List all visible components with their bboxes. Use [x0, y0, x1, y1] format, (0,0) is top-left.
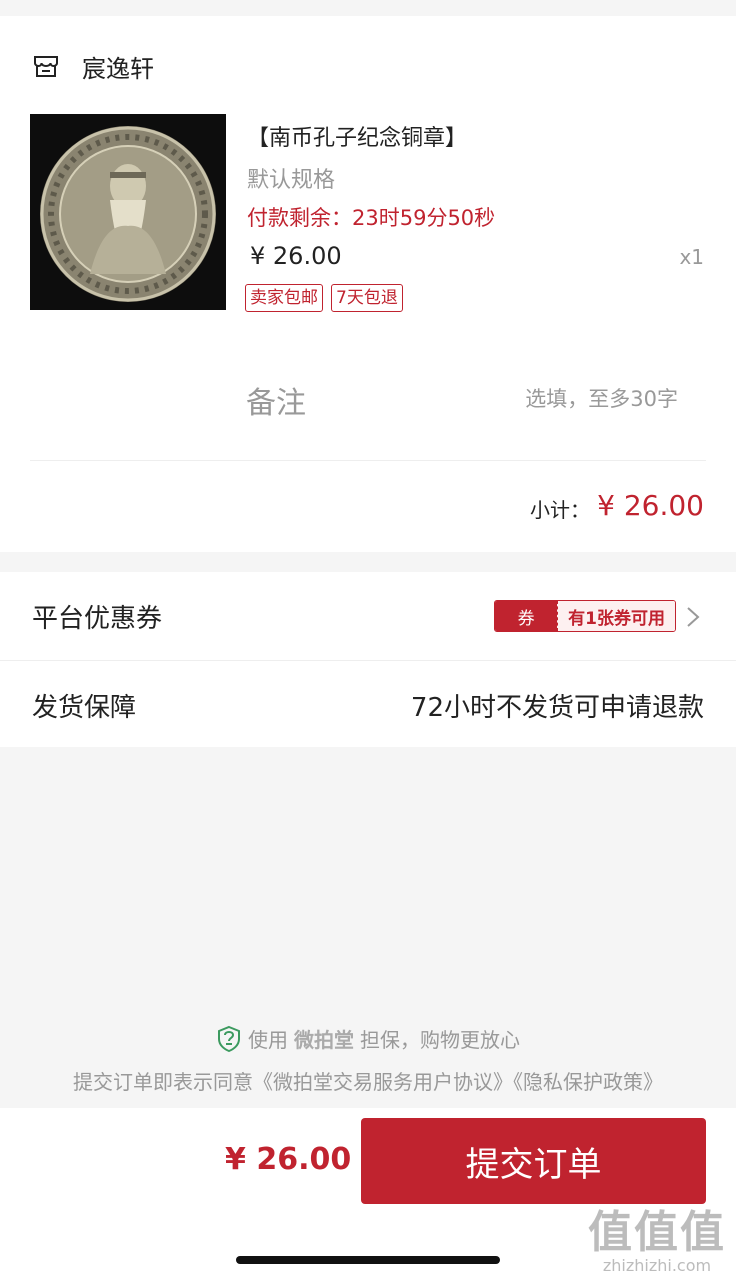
countdown-label: 付款剩余：	[247, 206, 352, 230]
total-price: ¥ 26.00	[225, 1142, 352, 1177]
tag-free-shipping: 卖家包邮	[245, 284, 323, 312]
coupon-badge-icon: 券	[495, 601, 558, 631]
coupon-available-text: 有1张券可用	[557, 601, 675, 631]
store-name: 宸逸轩	[82, 54, 154, 83]
shipping-value: 72小时不发货可申请退款	[410, 693, 704, 723]
coupon-label: 平台优惠券	[32, 604, 163, 634]
submit-order-button[interactable]: 提交订单	[361, 1118, 706, 1204]
subtotal-label: 小计：	[530, 498, 590, 522]
product-title[interactable]: 【南币孔子纪念铜章】	[247, 120, 467, 152]
subtotal-value: ¥ 26.00	[597, 489, 704, 522]
platform-guarantee: 使用 微拍堂 担保，购物更放心	[0, 1024, 736, 1058]
remark-label: 备注	[246, 386, 306, 421]
tag-7-day-return: 7天包退	[331, 284, 403, 312]
product-image[interactable]	[30, 114, 226, 310]
guarantee-suffix: 担保，购物更放心	[360, 1028, 520, 1052]
watermark-url: zhizhizhi.com	[602, 1256, 712, 1275]
store-header[interactable]: 宸逸轩	[32, 48, 154, 84]
product-quantity: x1	[679, 245, 704, 269]
coupon-badge[interactable]: 券 有1张券可用	[494, 600, 676, 632]
order-card: 宸逸轩 【南币孔子纪念铜章】 默认规格 付款剩余：23时59分50秒 ¥ 26.…	[0, 16, 736, 552]
product-tags: 卖家包邮 7天包退	[245, 284, 403, 312]
payment-countdown: 付款剩余：23时59分50秒	[247, 202, 495, 232]
agreement-text[interactable]: 提交订单即表示同意《微拍堂交易服务用户协议》《隐私保护政策》	[0, 1066, 736, 1095]
product-spec: 默认规格	[247, 168, 336, 193]
divider	[30, 460, 706, 461]
watermark: 值值值 zhizhizhi.com	[588, 1196, 726, 1275]
product-price: ¥ 26.00	[250, 242, 342, 270]
watermark-logo: 值值值	[588, 1207, 726, 1258]
countdown-value: 23时59分50秒	[352, 206, 496, 230]
shipping-label: 发货保障	[32, 693, 137, 723]
home-indicator[interactable]	[236, 1256, 500, 1264]
chevron-right-icon	[686, 606, 700, 628]
guarantee-prefix: 使用	[248, 1028, 288, 1052]
shield-icon	[216, 1025, 242, 1053]
remark-input[interactable]	[420, 378, 680, 420]
store-icon	[32, 52, 60, 80]
order-confirm-page: 宸逸轩 【南币孔子纪念铜章】 默认规格 付款剩余：23时59分50秒 ¥ 26.…	[0, 0, 736, 1280]
coupon-row[interactable]: 平台优惠券 券 有1张券可用	[0, 572, 736, 660]
guarantee-brand: 微拍堂	[294, 1028, 354, 1052]
shipping-guarantee-row: 发货保障 72小时不发货可申请退款	[0, 661, 736, 747]
